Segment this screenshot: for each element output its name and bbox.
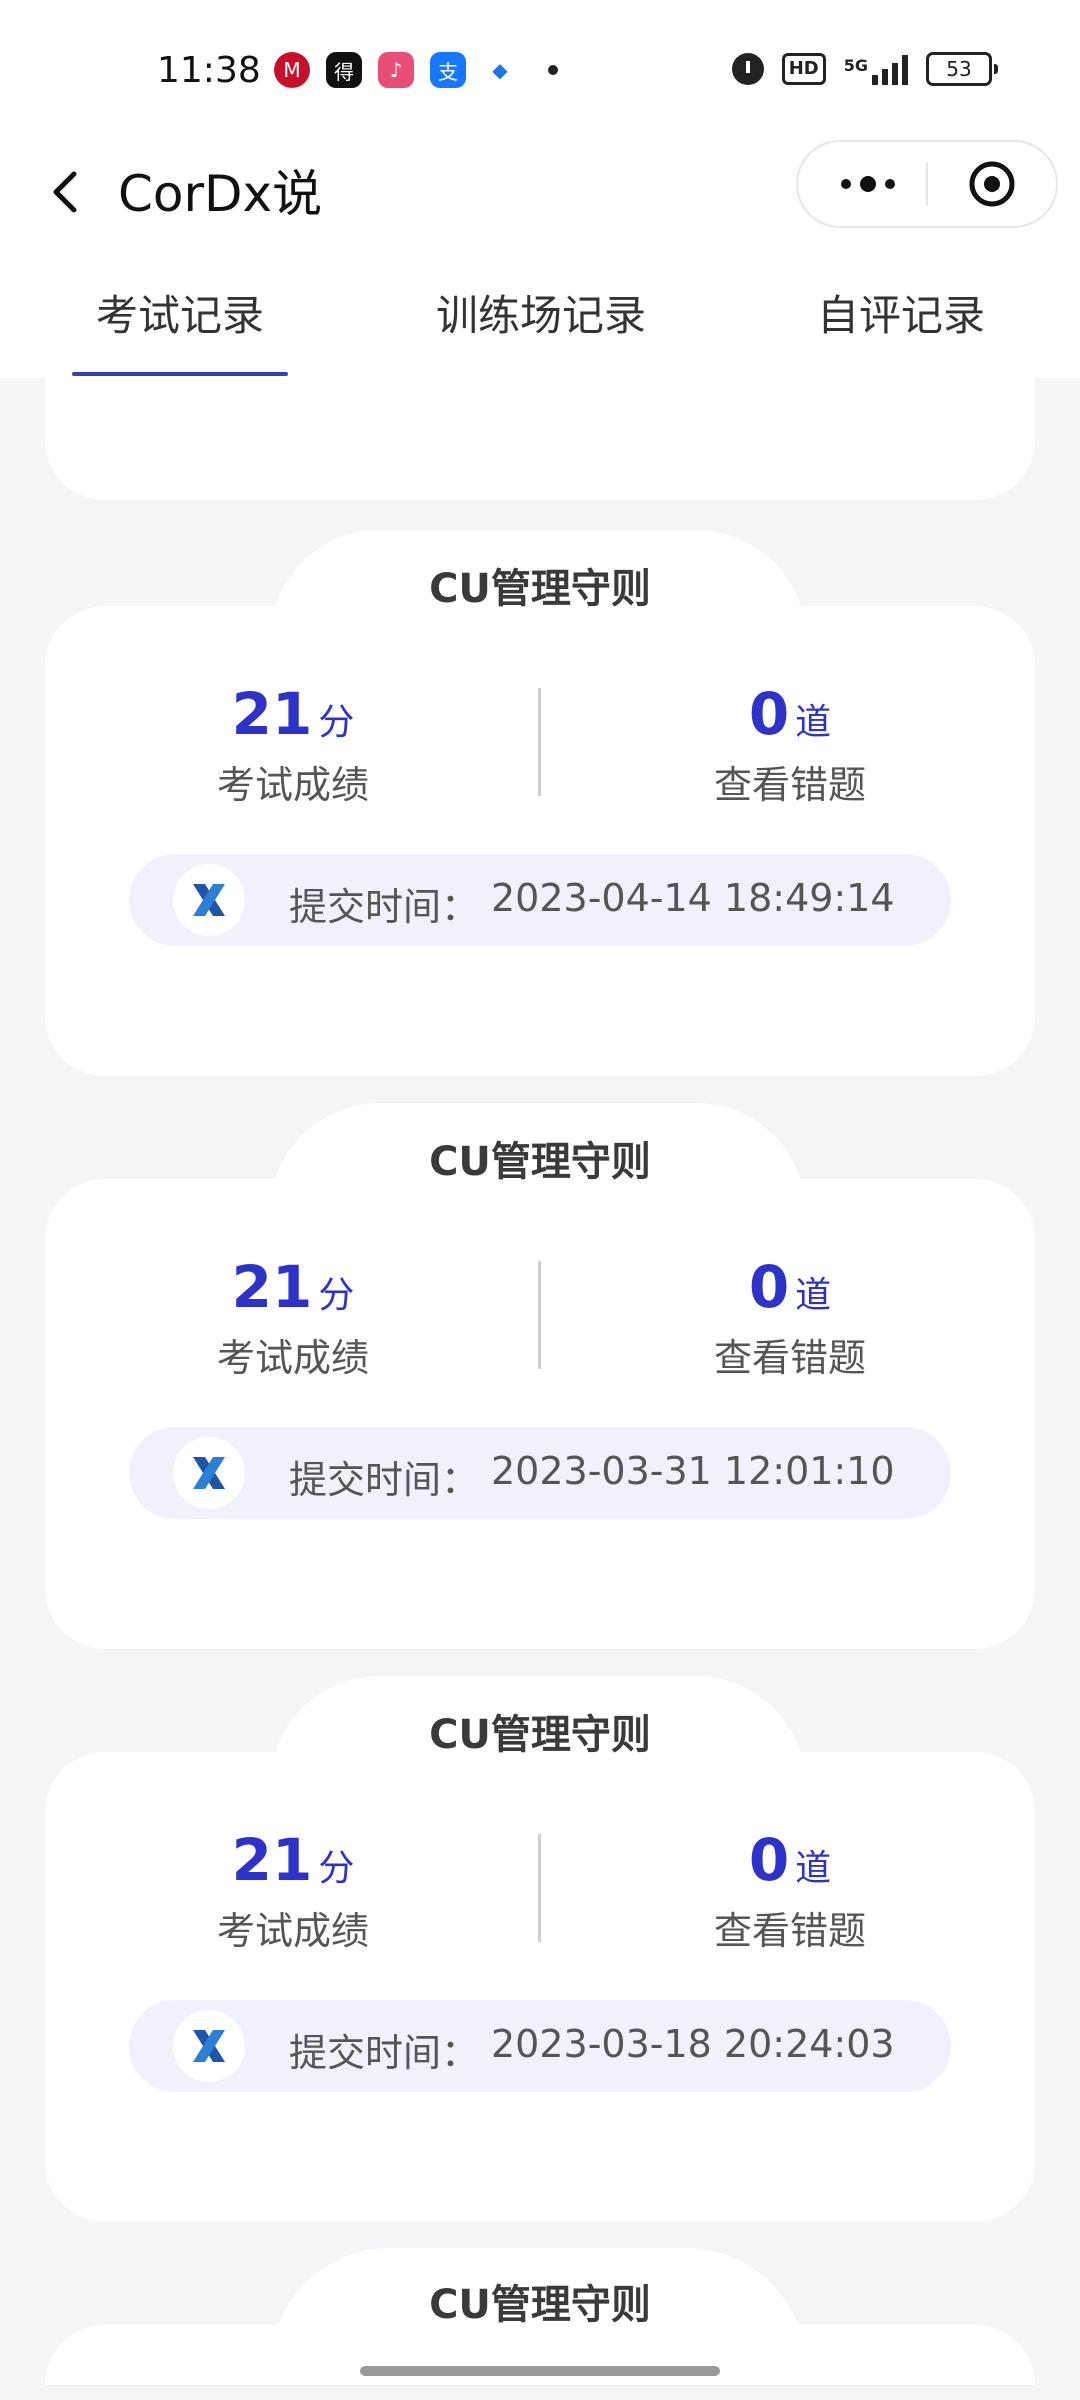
- submit-time-label: 提交时间：: [289, 1458, 480, 1502]
- home-indicator[interactable]: [360, 2366, 720, 2376]
- network-type: 5G: [843, 56, 868, 75]
- wrong-unit: 道: [795, 1848, 832, 1889]
- alarm-icon: [731, 53, 764, 85]
- score-unit: 分: [318, 1275, 355, 1316]
- x-logo-icon: [193, 2030, 225, 2062]
- record-title: CU管理守则: [429, 1712, 651, 1758]
- tab-training-records[interactable]: 训练场记录: [436, 282, 646, 343]
- record-tabs: 考试记录 训练场记录 自评记录: [0, 250, 1080, 378]
- submit-time-label: 提交时间：: [289, 885, 480, 929]
- miniprogram-capsule: [796, 140, 1058, 228]
- view-wrong-questions-link[interactable]: 查看错题: [640, 1327, 940, 1382]
- status-bar: 11:38 M 得 ♪ 支 ◆ HD 5G 53: [0, 0, 1080, 140]
- system-status: HD 5G 53: [731, 52, 998, 86]
- submit-time-value: 2023-03-18 20:24:03: [491, 2022, 895, 2066]
- active-tab-indicator: [72, 372, 288, 376]
- back-icon[interactable]: [42, 162, 102, 222]
- news-app-icon: 得: [326, 52, 362, 88]
- previous-record-card: [45, 378, 1035, 500]
- x-logo-icon: [193, 1457, 225, 1489]
- hd-icon: HD: [781, 53, 826, 85]
- record-title: CU管理守则: [429, 1139, 651, 1185]
- score-stat: 21 分 考试成绩: [143, 1826, 443, 1955]
- wrong-questions-stat[interactable]: 0道 查看错题: [640, 1826, 940, 1955]
- score-label: 考试成绩: [216, 1336, 369, 1380]
- record-title: CU管理守则: [429, 566, 651, 612]
- submit-time-pill: 提交时间： 2023-03-31 12:01:10: [129, 1427, 951, 1519]
- status-time: 11:38: [157, 50, 261, 91]
- wrong-questions-stat[interactable]: 0道 查看错题: [640, 680, 940, 809]
- alipay-icon: 支: [430, 52, 466, 88]
- bird-app-icon: ◆: [482, 52, 518, 88]
- stat-divider: [538, 1834, 541, 1942]
- page-title: CorDx说: [118, 165, 323, 223]
- wrong-unit: 道: [795, 702, 832, 743]
- score-unit: 分: [318, 702, 355, 743]
- signal-icon: 5G: [844, 53, 908, 85]
- brand-logo: [173, 2010, 245, 2082]
- close-miniprogram-icon[interactable]: [968, 160, 1016, 208]
- submit-time-label: 提交时间：: [289, 2031, 480, 2075]
- stat-divider: [538, 1261, 541, 1369]
- score-value: 21: [231, 680, 313, 748]
- wrong-questions-stat[interactable]: 0道 查看错题: [640, 1253, 940, 1382]
- score-label: 考试成绩: [216, 1909, 369, 1953]
- tab-exam-records[interactable]: 考试记录: [96, 282, 264, 343]
- wrong-unit: 道: [795, 1275, 832, 1316]
- tab-self-evaluation-records[interactable]: 自评记录: [817, 282, 985, 343]
- record-card[interactable]: CU管理守则 21 分 考试成绩 0道 查看错题: [45, 1103, 1035, 1653]
- record-card[interactable]: CU管理守则 21 分 考试成绩 0道 查看错题: [45, 1676, 1035, 2226]
- stat-divider: [538, 688, 541, 796]
- record-title: CU管理守则: [429, 2282, 651, 2328]
- score-stat: 21 分 考试成绩: [143, 680, 443, 809]
- music-app-icon: ♪: [378, 52, 414, 88]
- record-list: CU管理守则 21 分 考试成绩 0道 查看错题 提交时间： 2023-04-14…: [0, 378, 1080, 2350]
- more-icon[interactable]: [832, 164, 904, 204]
- submit-time-value: 2023-03-31 12:01:10: [491, 1449, 895, 1493]
- x-logo-icon: [193, 884, 225, 916]
- wrong-count: 0: [748, 1253, 790, 1321]
- more-notifications-dot: [548, 65, 558, 75]
- nav-bar: CorDx说: [0, 140, 1080, 250]
- score-value: 21: [231, 1253, 313, 1321]
- battery-icon: 53: [926, 52, 998, 86]
- wrong-count: 0: [748, 1826, 790, 1894]
- submit-time-pill: 提交时间： 2023-03-18 20:24:03: [129, 2000, 951, 2092]
- view-wrong-questions-link[interactable]: 查看错题: [640, 1900, 940, 1955]
- brand-logo: [173, 864, 245, 936]
- score-value: 21: [231, 1826, 313, 1894]
- submit-time-pill: 提交时间： 2023-04-14 18:49:14: [129, 854, 951, 946]
- submit-time-value: 2023-04-14 18:49:14: [491, 876, 895, 920]
- score-unit: 分: [318, 1848, 355, 1889]
- score-stat: 21 分 考试成绩: [143, 1253, 443, 1382]
- bank-app-icon: M: [274, 52, 310, 88]
- brand-logo: [173, 1437, 245, 1509]
- notification-icons: M 得 ♪ 支 ◆: [274, 52, 558, 88]
- wrong-count: 0: [748, 680, 790, 748]
- record-card[interactable]: CU管理守则 21 分 考试成绩 0道 查看错题: [45, 530, 1035, 1080]
- capsule-divider: [926, 162, 928, 206]
- view-wrong-questions-link[interactable]: 查看错题: [640, 754, 940, 809]
- score-label: 考试成绩: [216, 763, 369, 807]
